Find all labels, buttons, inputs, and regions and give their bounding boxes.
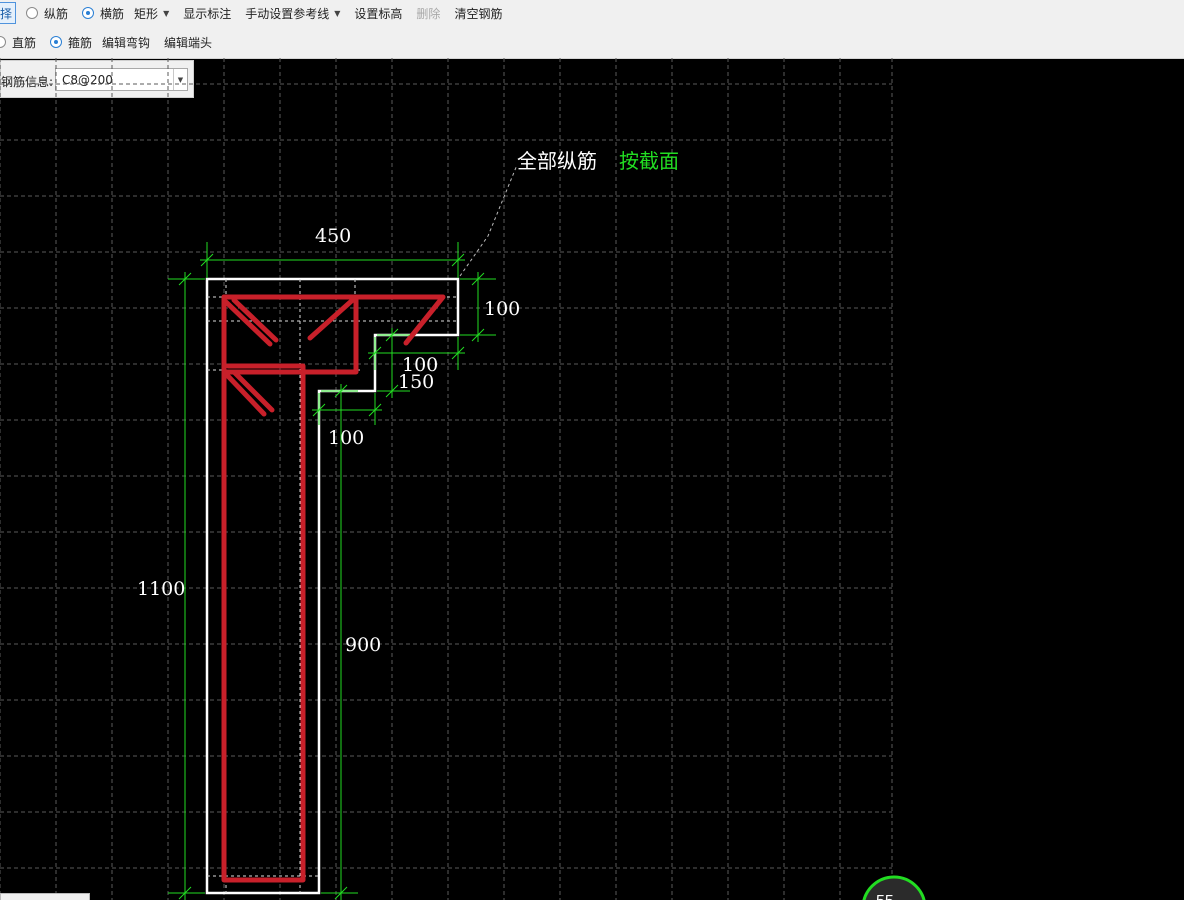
status-tab[interactable] — [0, 893, 90, 900]
select-label: 选择 — [0, 6, 13, 21]
toolbar: 选择 纵筋 横筋 矩形 ▼ 显示标注 手动设置参考线 ▼ 设置标高 删除 清空钢… — [0, 0, 1184, 59]
dimension-lines — [168, 242, 496, 900]
show-annotation-label: 显示标注 — [183, 6, 232, 21]
longitudinal-label: 纵筋 — [44, 6, 69, 21]
chevron-down-icon: ▼ — [163, 8, 170, 18]
badge-value: 55 — [876, 893, 894, 900]
stirrup-radio[interactable]: 箍筋 — [50, 34, 92, 51]
manual-refline-label: 手动设置参考线 — [245, 6, 330, 21]
dim-step-width-lower: 100 — [328, 427, 364, 449]
dim-step-height: 150 — [398, 371, 434, 393]
straight-radio[interactable]: 直筋 — [0, 34, 36, 51]
radio-icon — [0, 36, 6, 48]
delete-label: 删除 — [416, 6, 441, 21]
transverse-label: 横筋 — [100, 6, 125, 21]
edit-hook-button[interactable]: 编辑弯钩 — [102, 34, 150, 51]
rect-dropdown[interactable]: 矩形 ▼ — [134, 5, 169, 22]
grid — [0, 58, 893, 900]
progress-badge[interactable] — [862, 875, 926, 900]
dim-top-width: 450 — [315, 225, 351, 247]
delete-button[interactable]: 删除 — [416, 5, 440, 22]
edit-end-button[interactable]: 编辑端头 — [164, 34, 212, 51]
set-elevation-label: 设置标高 — [354, 6, 403, 21]
chevron-down-icon: ▼ — [334, 8, 341, 18]
stirrup-label: 箍筋 — [68, 35, 93, 50]
edit-hook-label: 编辑弯钩 — [102, 35, 151, 50]
transverse-radio[interactable]: 横筋 — [82, 5, 124, 22]
radio-selected-icon — [82, 7, 95, 19]
stirrup-web — [221, 363, 306, 883]
clear-rebar-button[interactable]: 清空钢筋 — [454, 5, 502, 22]
drawing-canvas[interactable]: 450 100 100 150 100 1100 900 全部纵筋 按截面 55 — [0, 58, 1184, 900]
longitudinal-radio[interactable]: 纵筋 — [26, 5, 68, 22]
set-elevation-button[interactable]: 设置标高 — [354, 5, 402, 22]
rebar-label-mode[interactable]: 按截面 — [619, 149, 679, 173]
select-button[interactable]: 选择 — [0, 2, 17, 24]
radio-icon — [26, 7, 39, 19]
dim-right-top-height: 100 — [484, 298, 520, 320]
show-annotation-button[interactable]: 显示标注 — [183, 5, 231, 22]
dim-web-height: 900 — [345, 634, 381, 656]
toolbar-row-2: 直筋 箍筋 编辑弯钩 编辑端头 — [0, 29, 226, 55]
hook-1b — [231, 297, 279, 343]
edit-end-label: 编辑端头 — [164, 35, 213, 50]
rect-label: 矩形 — [134, 6, 159, 21]
toolbar-row-1: 选择 纵筋 横筋 矩形 ▼ 显示标注 手动设置参考线 ▼ 设置标高 删除 清空钢… — [0, 0, 516, 26]
straight-label: 直筋 — [12, 35, 37, 50]
dim-total-height: 1100 — [137, 578, 185, 600]
radio-selected-icon — [50, 36, 63, 48]
manual-refline-dropdown[interactable]: 手动设置参考线 ▼ — [245, 5, 340, 22]
label-leader-line — [459, 164, 518, 277]
clear-rebar-label: 清空钢筋 — [454, 6, 503, 21]
rebar-label-all[interactable]: 全部纵筋 — [517, 149, 597, 173]
